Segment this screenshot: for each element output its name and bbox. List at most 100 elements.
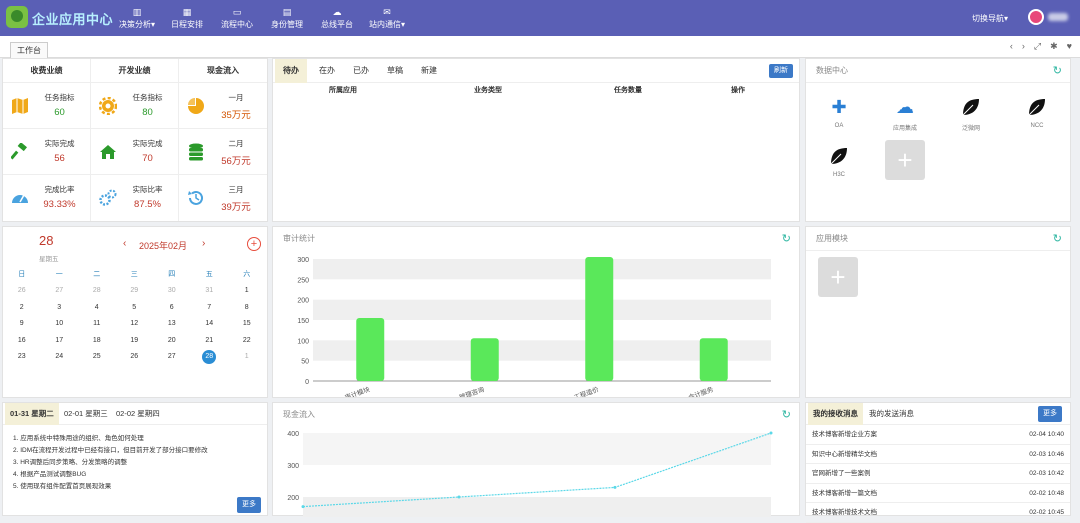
bar[interactable] xyxy=(356,317,385,381)
chevron-left-icon[interactable]: ‹ xyxy=(1010,41,1013,52)
nav-process-center[interactable]: ▭ 流程中心 xyxy=(212,5,262,30)
nav-messages[interactable]: ✉ 站内通信▾ xyxy=(362,5,412,30)
user-name-blurred[interactable] xyxy=(1048,13,1068,21)
calendar-day[interactable]: 12 xyxy=(116,316,154,333)
calendar-day[interactable]: 20 xyxy=(153,333,191,350)
add-event-button[interactable]: + xyxy=(247,237,261,251)
chevron-left-icon[interactable]: ‹ xyxy=(123,238,126,249)
calendar-day[interactable]: 24 xyxy=(41,349,79,366)
refresh-button[interactable]: 刷新 xyxy=(769,64,793,78)
calendar-day[interactable]: 29 xyxy=(116,283,154,300)
calendar-day[interactable]: 30 xyxy=(153,283,191,300)
data-source-fanwei[interactable]: 泛微网 xyxy=(938,91,1004,132)
calendar-day[interactable]: 21 xyxy=(191,333,229,350)
calendar-day[interactable]: 3 xyxy=(41,300,79,317)
calendar-day[interactable]: 25 xyxy=(78,349,116,366)
tab-in-progress[interactable]: 在办 xyxy=(311,59,343,83)
message-row[interactable]: 技术博客新增企业方案 02-04 10:40 xyxy=(806,425,1070,445)
nav-identity[interactable]: ▤ 身份管理 xyxy=(262,5,312,30)
fullscreen-icon[interactable]: ⤢ xyxy=(1034,41,1041,52)
add-module-button[interactable]: + xyxy=(818,257,858,297)
calendar-day[interactable]: 28 xyxy=(191,349,229,366)
tab-sent-messages[interactable]: 我的发送消息 xyxy=(864,403,919,425)
panel-header: 现金流入 ↻ xyxy=(273,403,799,427)
calendar-day[interactable]: 27 xyxy=(41,283,79,300)
tab-workbench[interactable]: 工作台 xyxy=(10,42,48,58)
calendar-day[interactable]: 7 xyxy=(191,300,229,317)
calendar-day[interactable]: 1 xyxy=(228,349,266,366)
calendar-day[interactable]: 23 xyxy=(3,349,41,366)
nav-decision-analysis[interactable]: ▥ 决策分析▾ xyxy=(112,5,162,30)
tab-received-messages[interactable]: 我的接收消息 xyxy=(808,403,863,425)
calendar-day[interactable]: 26 xyxy=(3,283,41,300)
data-source-ncc[interactable]: NCC xyxy=(1004,91,1070,132)
refresh-icon[interactable]: ↻ xyxy=(782,227,791,251)
map-icon xyxy=(12,98,28,114)
data-source-oa[interactable]: ✚ OA xyxy=(806,91,872,132)
stat-cell: 二月 56万元 xyxy=(179,129,267,175)
bar[interactable] xyxy=(470,338,499,381)
chevron-right-icon[interactable]: › xyxy=(1022,41,1025,52)
calendar-icon: ▦ xyxy=(182,7,192,17)
grid-band xyxy=(313,299,771,320)
data-point[interactable] xyxy=(613,485,617,489)
calendar-day[interactable]: 22 xyxy=(228,333,266,350)
refresh-icon[interactable]: ↻ xyxy=(1053,59,1062,83)
calendar-day[interactable]: 8 xyxy=(228,300,266,317)
calendar-day[interactable]: 13 xyxy=(153,316,191,333)
calendar-day[interactable]: 1 xyxy=(228,283,266,300)
switch-nav-dropdown[interactable]: 切换导航▾ xyxy=(972,13,1022,24)
refresh-icon[interactable]: ↻ xyxy=(782,403,791,427)
calendar-day[interactable]: 14 xyxy=(191,316,229,333)
calendar-day[interactable]: 31 xyxy=(191,283,229,300)
calendar-day[interactable]: 10 xyxy=(41,316,79,333)
nav-schedule[interactable]: ▦ 日程安排 xyxy=(162,5,212,30)
nav-bus-platform[interactable]: ☁ 总线平台 xyxy=(312,5,362,30)
tab-todo[interactable]: 待办 xyxy=(275,59,307,83)
calendar-day[interactable]: 5 xyxy=(116,300,154,317)
data-point[interactable] xyxy=(457,495,461,499)
tab-draft[interactable]: 草稿 xyxy=(379,59,411,83)
more-button[interactable]: 更多 xyxy=(1038,406,1062,422)
tab-note-date[interactable]: 02-02 星期四 xyxy=(111,403,165,425)
message-row[interactable]: 技术博客新增一篇文档 02-02 10:48 xyxy=(806,484,1070,503)
calendar-day[interactable]: 26 xyxy=(116,349,154,366)
data-point[interactable] xyxy=(769,431,773,435)
calendar-day[interactable]: 17 xyxy=(41,333,79,350)
tab-new[interactable]: 新建 xyxy=(413,59,445,83)
refresh-icon[interactable]: ↻ xyxy=(1053,227,1062,251)
calendar-day[interactable]: 11 xyxy=(78,316,116,333)
gear-icon[interactable]: ✱ xyxy=(1050,41,1058,52)
data-source-integration[interactable]: ☁ 应用集成 xyxy=(872,91,938,133)
calendar-day[interactable]: 4 xyxy=(78,300,116,317)
calendar-panel: 28 星期五 ‹ 2025年02月 › + 日 一 二 三 四 五 六 26 27… xyxy=(2,226,268,398)
data-source-h3c[interactable]: H3C xyxy=(806,140,872,180)
message-row[interactable]: 技术博客新增技术文档 02-02 10:45 xyxy=(806,503,1070,523)
calendar-day[interactable]: 6 xyxy=(153,300,191,317)
chevron-right-icon[interactable]: › xyxy=(202,238,205,249)
data-point[interactable] xyxy=(301,505,305,509)
tab-note-date[interactable]: 02-01 星期三 xyxy=(59,403,113,425)
calendar-day[interactable]: 28 xyxy=(78,283,116,300)
calendar-day[interactable]: 18 xyxy=(78,333,116,350)
message-row[interactable]: 知识中心新增精华文档 02-03 10:46 xyxy=(806,445,1070,464)
heart-icon[interactable]: ♥ xyxy=(1067,41,1072,52)
avatar[interactable] xyxy=(1028,9,1044,25)
more-button[interactable]: 更多 xyxy=(237,497,261,513)
calendar-day[interactable]: 16 xyxy=(3,333,41,350)
calendar-day[interactable]: 19 xyxy=(116,333,154,350)
leaf-icon xyxy=(826,144,852,168)
calendar-day[interactable]: 27 xyxy=(153,349,191,366)
calendar-day[interactable]: 15 xyxy=(228,316,266,333)
tab-done[interactable]: 已办 xyxy=(345,59,377,83)
message-row[interactable]: 官网新增了一些案例 02-03 10:42 xyxy=(806,464,1070,484)
audit-bar-chart: 0 50 100 150 200 250 300 审计模块 管理咨询 工程造价 会计服务 xyxy=(297,256,771,397)
add-data-source[interactable]: + xyxy=(872,140,938,180)
bar[interactable] xyxy=(585,256,614,381)
stat-cell: 一月 35万元 xyxy=(179,83,267,129)
bar[interactable] xyxy=(699,338,728,381)
tab-note-date[interactable]: 01-31 星期二 xyxy=(5,403,59,425)
message-time: 02-02 10:48 xyxy=(1029,489,1064,497)
calendar-day[interactable]: 9 xyxy=(3,316,41,333)
calendar-day[interactable]: 2 xyxy=(3,300,41,317)
